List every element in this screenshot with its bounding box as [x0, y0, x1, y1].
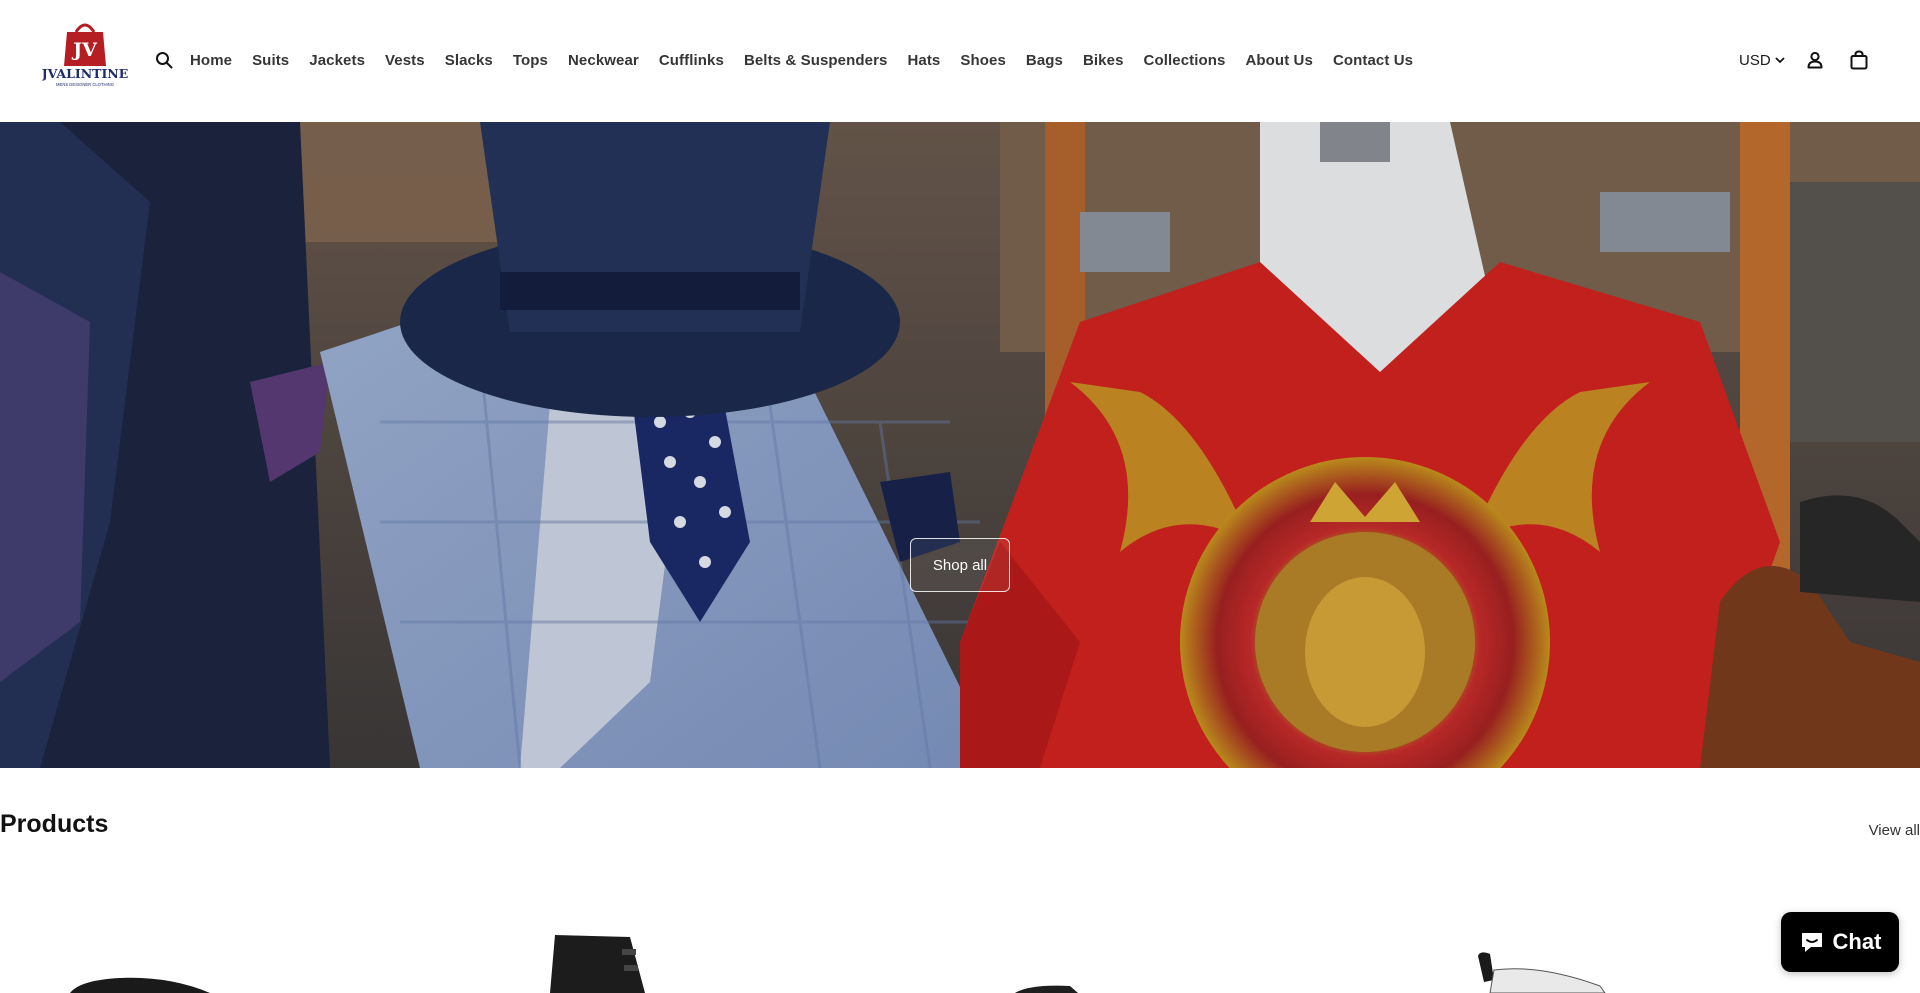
nav-item-jackets[interactable]: Jackets: [299, 52, 375, 69]
logo-graphic: JV JVALINTINE MENS DESIGNER CLOTHING: [42, 23, 128, 87]
search-button[interactable]: [153, 49, 175, 71]
account-button[interactable]: [1803, 48, 1827, 72]
brand-logo[interactable]: JV JVALINTINE MENS DESIGNER CLOTHING: [42, 20, 128, 88]
nav-item-suits[interactable]: Suits: [242, 52, 299, 69]
nav-item-belts-suspenders[interactable]: Belts & Suspenders: [734, 52, 898, 69]
shop-all-button[interactable]: Shop all: [910, 538, 1010, 592]
product-image-1[interactable]: [60, 930, 220, 993]
product-image-2[interactable]: [550, 935, 650, 993]
nav-item-neckwear[interactable]: Neckwear: [558, 52, 649, 69]
search-icon: [156, 52, 173, 69]
product-image-3[interactable]: [1010, 980, 1080, 993]
account-icon: [1807, 51, 1823, 69]
nav-item-slacks[interactable]: Slacks: [435, 52, 503, 69]
chat-label: Chat: [1832, 929, 1882, 954]
cart-icon: [1850, 50, 1868, 70]
logo-monogram: JV: [71, 39, 98, 61]
nav-item-about-us[interactable]: About Us: [1235, 52, 1322, 69]
nav-item-bags[interactable]: Bags: [1016, 52, 1073, 69]
nav-item-home[interactable]: Home: [190, 52, 242, 69]
hero-image: [0, 122, 1920, 768]
products-heading: Products: [0, 810, 109, 838]
chat-bubble-icon: [1801, 933, 1822, 952]
nav-item-vests[interactable]: Vests: [375, 52, 435, 69]
nav-item-tops[interactable]: Tops: [503, 52, 558, 69]
logo-wordmark: JVALINTINE: [42, 66, 128, 81]
nav-item-hats[interactable]: Hats: [897, 52, 950, 69]
nav-item-shoes[interactable]: Shoes: [950, 52, 1016, 69]
nav-item-collections[interactable]: Collections: [1134, 52, 1236, 69]
currency-selector[interactable]: USD: [1739, 49, 1785, 71]
hero-banner: Shop all: [0, 122, 1920, 768]
chat-button[interactable]: Chat: [1781, 912, 1899, 972]
view-all-link[interactable]: View all: [1869, 822, 1920, 839]
cart-button[interactable]: [1847, 48, 1871, 72]
nav-item-contact-us[interactable]: Contact Us: [1323, 52, 1423, 69]
site-header: JV JVALINTINE MENS DESIGNER CLOTHING Hom…: [0, 0, 1920, 123]
nav-item-bikes[interactable]: Bikes: [1073, 52, 1134, 69]
main-navigation: Home Suits Jackets Vests Slacks Tops Nec…: [190, 48, 1423, 72]
product-image-4[interactable]: [1470, 950, 1610, 993]
chevron-down-icon: [1775, 57, 1785, 64]
currency-label: USD: [1739, 51, 1771, 69]
logo-tagline: MENS DESIGNER CLOTHING: [56, 82, 114, 87]
nav-item-cufflinks[interactable]: Cufflinks: [649, 52, 734, 69]
